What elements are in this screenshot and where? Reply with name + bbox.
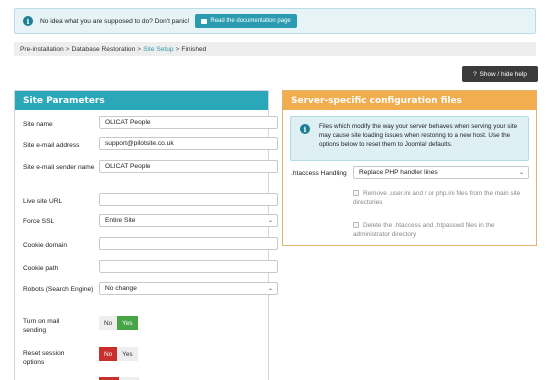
force-ssl-label: Force SSL bbox=[23, 218, 55, 225]
server-config-panel: Server-specific configuration files i Fi… bbox=[282, 90, 537, 246]
live-url-input[interactable] bbox=[99, 193, 278, 206]
info-icon: i bbox=[23, 16, 33, 26]
server-config-alert: i Files which modify the way your server… bbox=[290, 116, 529, 161]
chevron-down-icon: ⌄ bbox=[267, 286, 273, 292]
cookie-domain-label: Cookie domain bbox=[23, 242, 67, 249]
site-email-label: Site e-mail address bbox=[23, 142, 80, 149]
server-config-alert-text: Files which modify the way your server b… bbox=[319, 123, 518, 148]
breadcrumb: Pre-installation > Database Restoration … bbox=[14, 42, 536, 56]
chevron-right-icon: > bbox=[65, 45, 70, 53]
cookie-path-label: Cookie path bbox=[23, 265, 59, 272]
site-email-input[interactable]: support@pilotsite.co.uk bbox=[99, 137, 278, 150]
htaccess-select[interactable]: Replace PHP handler lines ⌄ bbox=[353, 166, 529, 179]
htaccess-label: .htaccess Handling bbox=[291, 170, 347, 177]
documentation-button[interactable]: Read the documentation page bbox=[195, 14, 297, 28]
reset-session-label: Reset session options bbox=[23, 350, 65, 366]
mail-sending-no-button[interactable]: No bbox=[99, 316, 118, 330]
mail-sending-label: Turn on mail sending bbox=[23, 318, 60, 334]
cookie-domain-input[interactable] bbox=[99, 237, 278, 250]
live-url-label: Live site URL bbox=[23, 198, 63, 205]
chevron-down-icon: ⌄ bbox=[267, 218, 273, 224]
delete-htaccess-label: Delete the .htaccess and .htpasswd files… bbox=[353, 222, 495, 238]
remove-ini-checkbox[interactable] bbox=[353, 190, 359, 196]
help-info-bar: i No idea what you are supposed to do? D… bbox=[14, 8, 536, 34]
chevron-right-icon: > bbox=[175, 45, 180, 53]
robots-value: No change bbox=[105, 285, 137, 292]
breadcrumb-step: Database Restoration bbox=[71, 45, 136, 53]
reset-session-yes-button[interactable]: Yes bbox=[117, 347, 138, 361]
reset-session-no-button[interactable]: No bbox=[99, 347, 118, 361]
server-config-title: Server-specific configuration files bbox=[283, 91, 536, 110]
robots-label: Robots (Search Engine) bbox=[23, 286, 94, 293]
book-icon bbox=[201, 18, 208, 24]
sender-name-label: Site e-mail sender name bbox=[23, 164, 95, 171]
chevron-right-icon: > bbox=[137, 45, 142, 53]
mail-sending-yes-button[interactable]: Yes bbox=[117, 316, 138, 330]
delete-htaccess-checkbox[interactable] bbox=[353, 222, 359, 228]
chevron-down-icon: ⌄ bbox=[518, 170, 524, 176]
info-icon: i bbox=[300, 124, 310, 134]
breadcrumb-step-active: Site Setup bbox=[143, 45, 174, 53]
breadcrumb-step: Pre-installation bbox=[20, 45, 64, 53]
question-icon: ? bbox=[473, 70, 477, 78]
toggle-help-label: Show / hide help bbox=[479, 70, 527, 78]
robots-select[interactable]: No change ⌄ bbox=[99, 282, 278, 295]
site-name-label: Site name bbox=[23, 121, 53, 128]
toggle-help-button[interactable]: ? Show / hide help bbox=[462, 66, 538, 82]
breadcrumb-step: Finished bbox=[181, 45, 207, 53]
site-parameters-panel: Site Parameters Site name OLICAT People … bbox=[14, 90, 278, 380]
sender-name-input[interactable]: OLICAT People bbox=[99, 160, 278, 173]
remove-ini-option[interactable]: Remove .user.ini and / or php.ini files … bbox=[353, 189, 533, 207]
remove-ini-label: Remove .user.ini and / or php.ini files … bbox=[353, 190, 521, 206]
site-name-input[interactable]: OLICAT People bbox=[99, 116, 278, 129]
reset-session-toggle: No Yes bbox=[99, 347, 138, 361]
htaccess-value: Replace PHP handler lines bbox=[359, 169, 438, 176]
documentation-button-label: Read the documentation page bbox=[210, 18, 291, 24]
delete-htaccess-option[interactable]: Delete the .htaccess and .htpasswd files… bbox=[353, 221, 533, 239]
cookie-path-input[interactable] bbox=[99, 260, 278, 273]
force-ssl-value: Entire Site bbox=[105, 217, 136, 224]
force-ssl-select[interactable]: Entire Site ⌄ bbox=[99, 214, 278, 227]
site-parameters-title: Site Parameters bbox=[15, 91, 268, 110]
help-message: No idea what you are supposed to do? Don… bbox=[40, 17, 190, 25]
mail-sending-toggle: No Yes bbox=[99, 316, 138, 330]
